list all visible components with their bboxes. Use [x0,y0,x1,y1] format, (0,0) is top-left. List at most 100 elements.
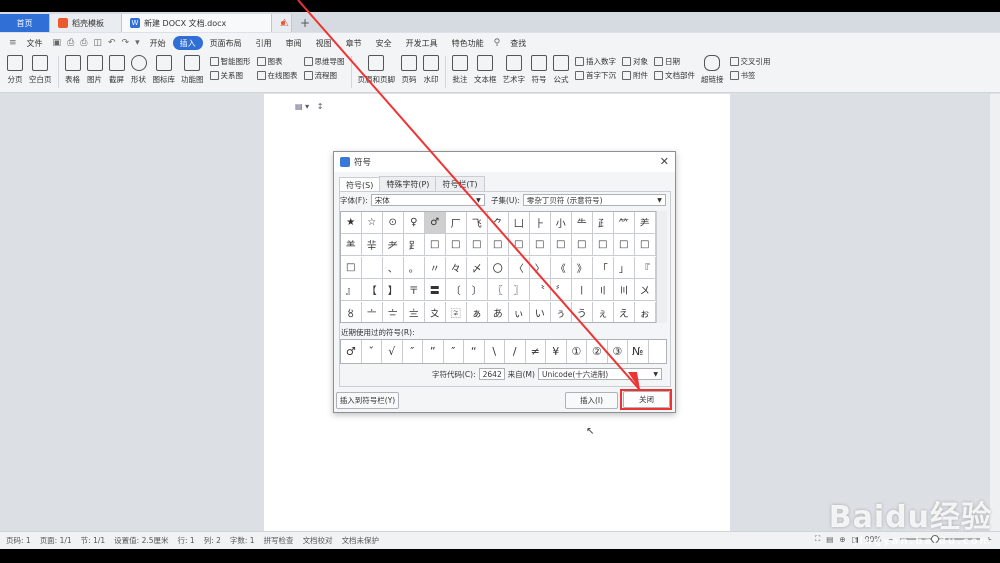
symbol-cell[interactable]: ⺹ [383,234,404,257]
tab-warning[interactable]: ⚠ [272,14,292,32]
symbol-cell[interactable]: 〥 [341,301,362,322]
font-select[interactable]: 宋体 ▼ [370,194,485,206]
save-icon[interactable]: ▣ [50,38,65,48]
flowchart-button[interactable]: 流程图 [303,70,345,81]
symbol-cell[interactable]: ⺪ [593,212,614,234]
cross-reference-button[interactable]: 交叉引用 [729,56,771,67]
chart-button[interactable]: 图表 [256,56,298,67]
insert-number-button[interactable]: 插入数字 [575,56,616,67]
symbol-cell[interactable]: 〇 [488,256,509,279]
hamburger-icon[interactable]: ≡ [6,38,20,48]
mindmap-button[interactable]: 思维导图 [303,56,345,67]
symbol-cell[interactable]: 【 [362,279,383,302]
status-item[interactable]: 文档未保护 [342,535,380,546]
menu-item[interactable]: 视图 [309,35,339,51]
symbol-cell[interactable]: □ [530,234,551,257]
symbol-cell[interactable]: 』 [341,279,362,302]
symbol-cell[interactable]: 〗 [509,279,530,302]
symbol-cell[interactable]: □ [509,234,530,257]
menu-item[interactable]: 开始 [143,35,173,51]
symbol-cell[interactable]: ♀ [404,212,425,234]
ribbon-blank-page[interactable]: 空白页 [26,53,55,91]
symbol-cell[interactable]: ぉ [635,301,656,322]
symbol-cell[interactable]: ⺶ [635,212,656,234]
tab-templates[interactable]: 稻壳模板 [50,14,122,32]
status-item[interactable]: 拼写检查 [264,535,294,546]
symbol-cell[interactable]: ⺈ [488,212,509,234]
recent-symbol-cell[interactable]: ˇ [362,340,382,363]
symbol-cell[interactable]: □ [341,256,362,279]
recent-symbol-cell[interactable]: № [628,340,649,363]
symbol-cell[interactable]: □ [467,234,488,257]
symbol-cell[interactable]: ぅ [551,301,572,322]
recent-symbol-cell[interactable]: ″ [444,340,464,363]
print-icon[interactable]: ⎙ [77,38,90,48]
symbol-cell[interactable]: い [530,301,551,322]
recent-symbol-cell[interactable]: \ [485,340,505,363]
ribbon-watermark[interactable]: 水印 [420,53,442,91]
more-icon[interactable]: ▾ [132,38,143,48]
symbol-cell[interactable]: 〩 [425,301,446,322]
symbol-cell[interactable]: あ [488,301,509,322]
menu-item[interactable]: 章节 [339,35,369,51]
symbol-cell[interactable]: 々 [446,256,467,279]
insert-to-bar-button[interactable]: 插入到符号栏(Y) [336,392,399,409]
ribbon-comment[interactable]: 批注 [449,53,471,91]
symbol-cell[interactable]: 『 [635,256,656,279]
symbol-cell[interactable]: 〒 [404,279,425,302]
symbol-cell[interactable]: □ [635,234,656,257]
page-layout-icon[interactable]: ▤ ▾ ↕ [295,102,323,111]
symbol-cell[interactable]: ♂ [425,212,446,234]
symbol-cell[interactable]: □ [593,234,614,257]
tab-special-chars[interactable]: 特殊字符(P) [379,176,437,192]
from-select[interactable]: Unicode(十六进制) ▼ [537,368,662,380]
symbol-cell[interactable]: 〖 [488,279,509,302]
recent-symbol-cell[interactable]: “ [464,340,485,363]
ribbon-screenshot[interactable]: 截屏 [106,53,128,91]
menu-item[interactable]: 插入 [172,36,203,50]
dialog-close-icon[interactable]: ✕ [660,155,669,168]
recent-symbol-cell[interactable]: / [505,340,526,363]
symbol-cell[interactable]: ⼐ [509,212,530,234]
symbol-cell[interactable]: ★ [341,212,362,234]
symbol-cell[interactable]: 、 [383,256,404,279]
grid-scrollbar[interactable] [656,211,667,323]
ribbon-header-footer[interactable]: 页眉和页脚 [355,53,399,91]
symbol-cell[interactable]: ⺷ [341,234,362,257]
attachment-button[interactable]: 附件 [622,70,648,81]
ribbon-wordart[interactable]: 艺术字 [500,53,529,91]
online-chart-button[interactable]: 在线图表 [256,70,298,81]
symbol-cell[interactable]: 」 [614,256,635,279]
symbol-cell[interactable]: 】 [383,279,404,302]
symbol-cell[interactable]: 〕 [467,279,488,302]
menu-item[interactable]: 安全 [369,35,399,51]
preview-icon[interactable]: ◫ [90,38,105,48]
menu-item[interactable]: 特色功能 [445,35,491,51]
symbol-cell[interactable]: □ [572,234,593,257]
symbol-cell[interactable]: 〾 [446,301,467,322]
menu-item[interactable]: 页面布局 [203,35,249,51]
code-input[interactable]: 2642 [478,368,505,380]
ribbon-shape[interactable]: 形状 [128,53,150,91]
symbol-cell[interactable] [362,256,383,279]
smart-graphic-button[interactable]: 智能图形 [209,56,251,67]
symbol-cell[interactable]: 。 [404,256,425,279]
symbol-cell[interactable]: 〦 [362,301,383,322]
recent-symbol-cell[interactable]: ” [423,340,444,363]
recent-symbol-cell[interactable]: ③ [608,340,628,363]
recent-symbol-cell[interactable]: ¥ [546,340,567,363]
recent-symbol-cell[interactable]: ″ [403,340,423,363]
symbol-cell[interactable]: ⻊ [404,234,425,257]
symbol-cell[interactable]: 厂 [446,212,467,234]
symbol-cell[interactable]: 〢 [593,279,614,302]
symbol-cell[interactable]: □ [425,234,446,257]
symbol-cell[interactable]: ⺊ [530,212,551,234]
ribbon-symbol[interactable]: 符号 [528,53,550,91]
symbol-cell[interactable]: ☆ [362,212,383,234]
recent-symbol-cell[interactable]: ≠ [526,340,546,363]
symbol-cell[interactable]: ⺸ [362,234,383,257]
tab-home[interactable]: 首页 [0,14,50,32]
symbol-cell[interactable]: 〨 [404,301,425,322]
symbol-cell[interactable]: 〞 [551,279,572,302]
symbol-cell[interactable]: □ [488,234,509,257]
